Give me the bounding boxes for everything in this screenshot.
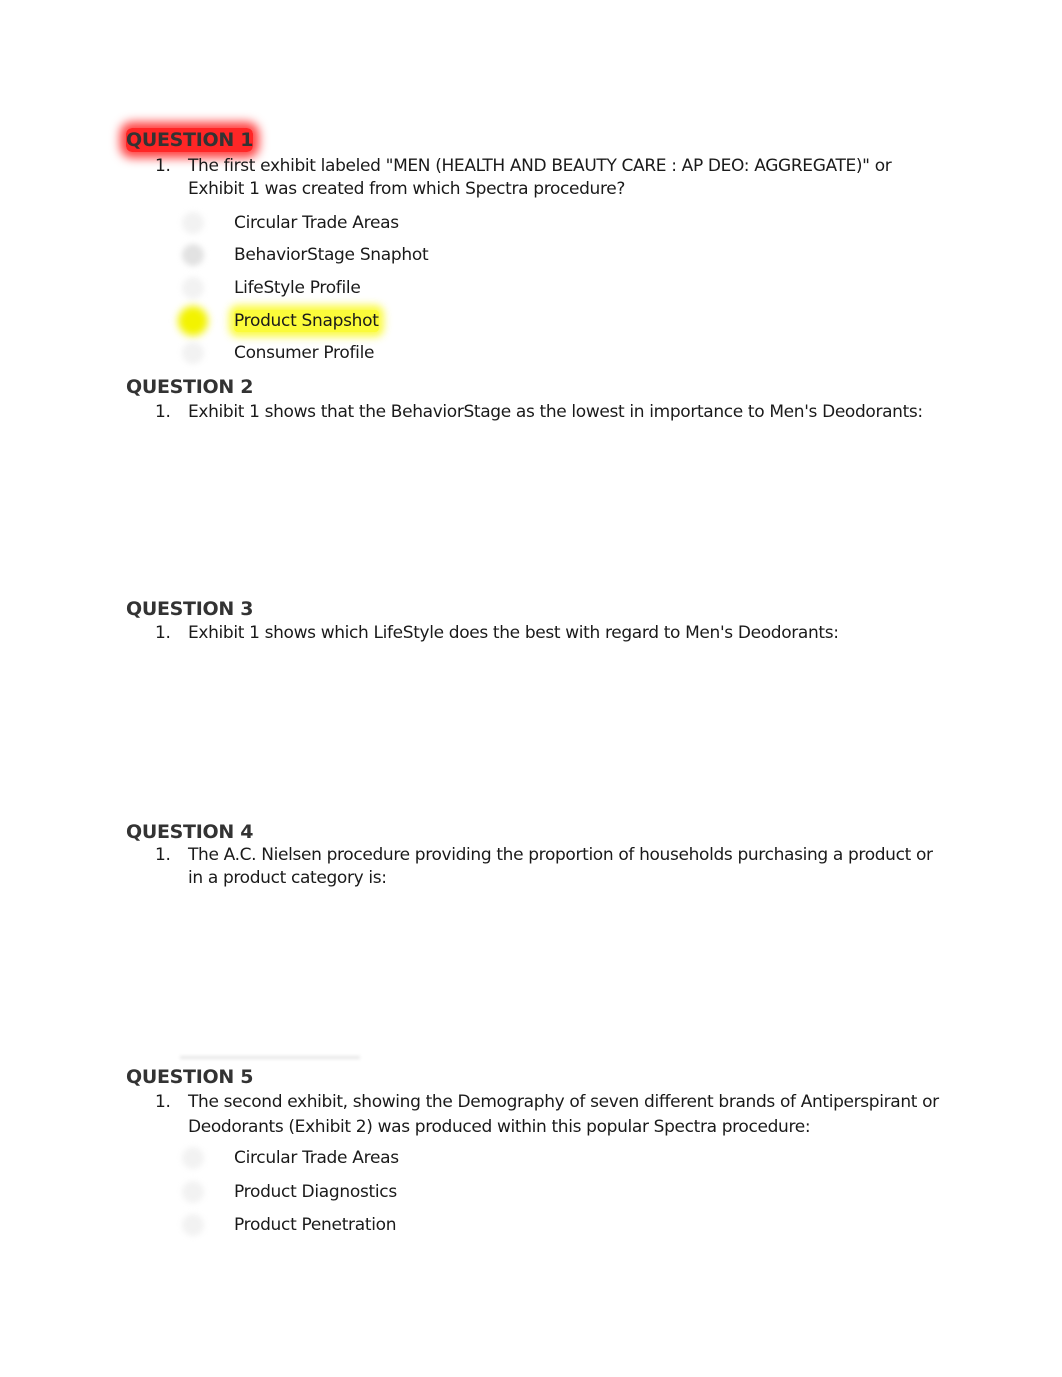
radio-button-icon[interactable]: [182, 1181, 204, 1203]
option-label: LifeStyle Profile: [234, 278, 361, 298]
radio-button-icon[interactable]: [182, 1147, 204, 1169]
question-1-option-5[interactable]: Consumer Profile: [182, 340, 374, 366]
question-text: The first exhibit labeled "MEN (HEALTH A…: [188, 156, 892, 199]
option-label: Product Snapshot: [234, 310, 379, 332]
question-5-option-3[interactable]: Product Penetration: [182, 1212, 397, 1238]
radio-button-selected-icon[interactable]: [178, 306, 208, 336]
item-number: 1.: [155, 845, 171, 865]
question-4-heading: QUESTION 4: [126, 821, 254, 843]
radio-button-icon[interactable]: [182, 342, 204, 364]
question-2-heading: QUESTION 2: [126, 376, 254, 398]
question-text: The A.C. Nielsen procedure providing the…: [188, 845, 933, 888]
radio-button-icon[interactable]: [182, 212, 204, 234]
question-text: Exhibit 1 shows that the BehaviorStage a…: [188, 402, 923, 422]
question-3-prompt: 1. Exhibit 1 shows which LifeStyle does …: [155, 622, 945, 645]
question-1-option-4-selected[interactable]: Product Snapshot: [178, 306, 379, 336]
question-5-heading: QUESTION 5: [126, 1066, 254, 1088]
radio-button-icon[interactable]: [182, 244, 204, 266]
question-text: Exhibit 1 shows which LifeStyle does the…: [188, 623, 839, 643]
option-label: Product Penetration: [234, 1215, 397, 1235]
item-number: 1.: [155, 156, 171, 176]
question-5-prompt: 1. The second exhibit, showing the Demog…: [155, 1090, 945, 1140]
question-1-option-2[interactable]: BehaviorStage Snaphot: [182, 242, 429, 268]
option-label: Product Diagnostics: [234, 1182, 397, 1202]
radio-button-icon[interactable]: [182, 277, 204, 299]
option-label: Consumer Profile: [234, 343, 375, 363]
radio-button-icon[interactable]: [182, 1214, 204, 1236]
divider: [180, 1056, 360, 1059]
question-5-option-1[interactable]: Circular Trade Areas: [182, 1145, 399, 1171]
question-4-prompt: 1. The A.C. Nielsen procedure providing …: [155, 844, 945, 890]
question-5-option-2[interactable]: Product Diagnostics: [182, 1179, 397, 1205]
question-1-heading: QUESTION 1: [126, 128, 254, 152]
question-2-prompt: 1. Exhibit 1 shows that the BehaviorStag…: [155, 401, 945, 424]
item-number: 1.: [155, 623, 171, 643]
option-label: BehaviorStage Snaphot: [234, 245, 429, 265]
item-number: 1.: [155, 402, 171, 422]
question-1-option-3[interactable]: LifeStyle Profile: [182, 275, 361, 301]
question-1-prompt: 1. The first exhibit labeled "MEN (HEALT…: [155, 155, 945, 201]
question-text: The second exhibit, showing the Demograp…: [188, 1092, 939, 1137]
option-label: Circular Trade Areas: [234, 213, 399, 233]
item-number: 1.: [155, 1092, 171, 1112]
question-1-option-1[interactable]: Circular Trade Areas: [182, 210, 399, 236]
question-3-heading: QUESTION 3: [126, 598, 254, 620]
option-label: Circular Trade Areas: [234, 1148, 399, 1168]
